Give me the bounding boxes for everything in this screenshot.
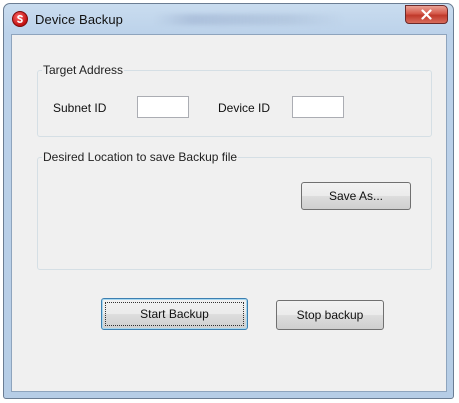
subnet-id-label: Subnet ID <box>53 101 107 115</box>
window-title: Device Backup <box>35 12 124 27</box>
target-address-legend: Target Address <box>43 63 124 77</box>
target-address-group: Target Address <box>37 63 432 137</box>
close-icon <box>421 9 432 20</box>
stop-backup-button[interactable]: Stop backup <box>276 300 384 330</box>
backup-location-legend: Desired Location to save Backup file <box>43 150 238 164</box>
device-id-input[interactable] <box>292 96 344 118</box>
dialog-client-area: Target Address Subnet ID Device ID Desir… <box>11 34 447 392</box>
focus-rectangle <box>105 302 244 326</box>
backup-location-group: Desired Location to save Backup file <box>37 150 432 270</box>
blurred-title-info <box>154 14 344 25</box>
save-as-button[interactable]: Save As... <box>301 182 411 210</box>
close-button[interactable] <box>405 5 448 24</box>
s-logo-icon <box>12 11 28 27</box>
start-backup-button[interactable]: Start Backup <box>101 298 248 330</box>
device-backup-window: Device Backup Target Address Subnet ID D… <box>3 3 454 399</box>
device-id-label: Device ID <box>218 101 271 115</box>
subnet-id-input[interactable] <box>137 96 189 118</box>
title-bar[interactable]: Device Backup <box>4 4 453 34</box>
